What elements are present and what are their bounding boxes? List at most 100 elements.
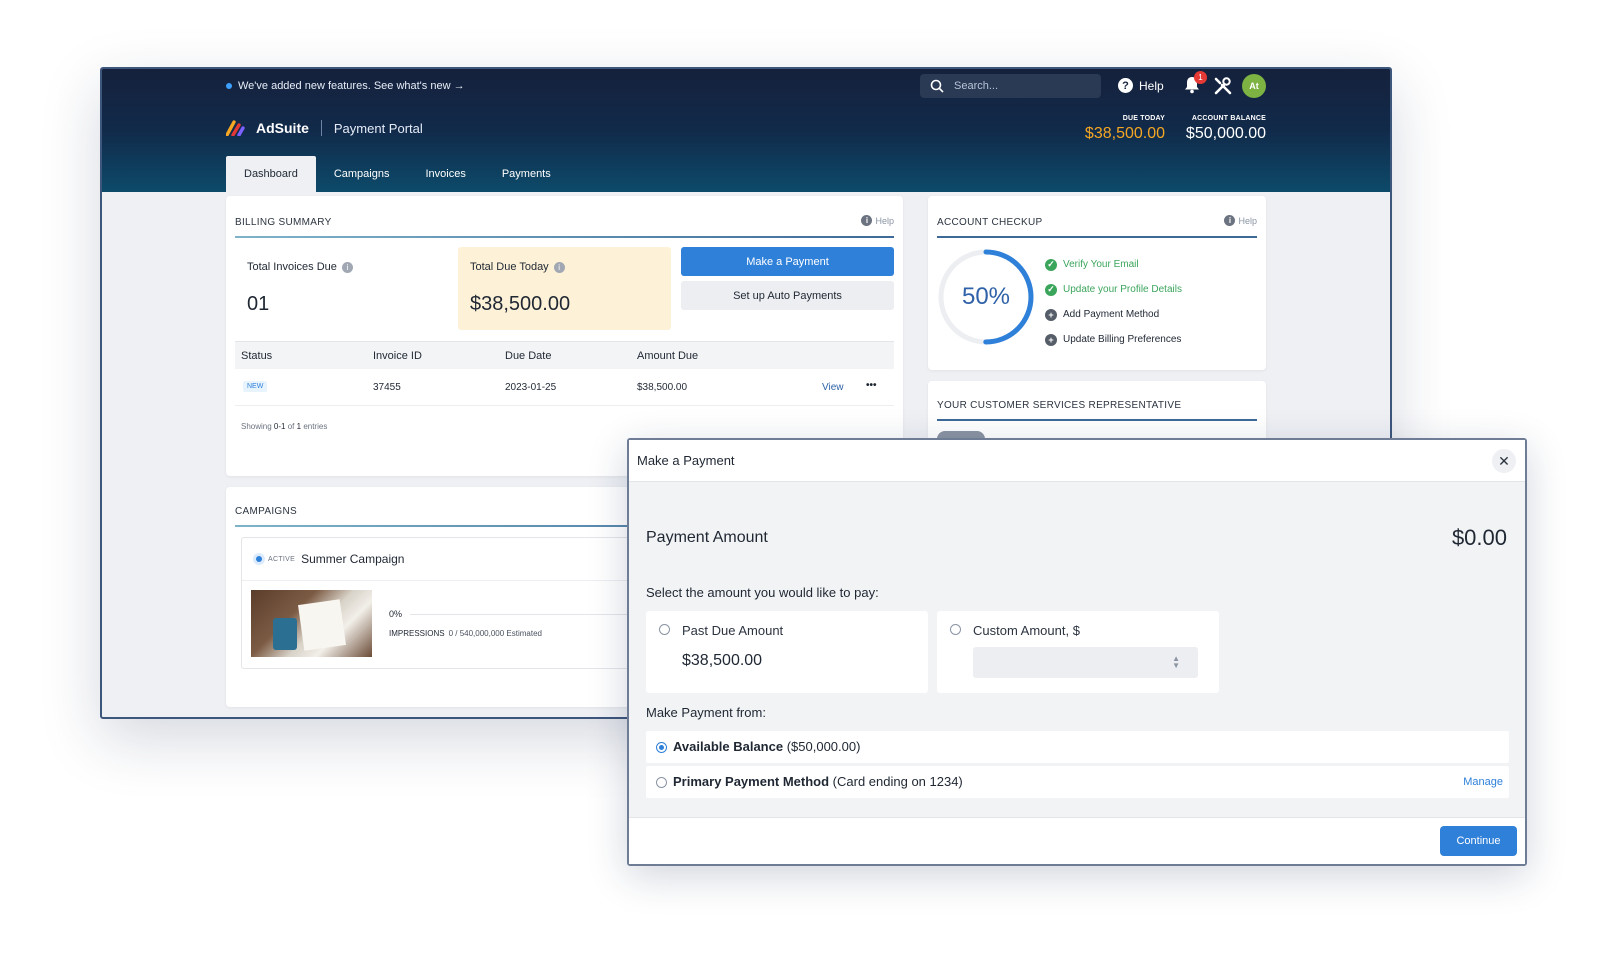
available-balance-radio[interactable] (656, 742, 667, 753)
make-payment-modal: Make a Payment ✕ Payment Amount $0.00 Se… (627, 438, 1527, 866)
total-due-value: $38,500.00 (470, 293, 571, 315)
checkup-item-payment-method[interactable]: + Add Payment Method (1045, 302, 1182, 327)
modal-footer: Continue (629, 817, 1525, 864)
option-custom-amount[interactable]: Custom Amount, $ ▲ ▼ (937, 611, 1219, 693)
select-amount-label: Select the amount you would like to pay: (646, 585, 879, 600)
account-balance-value: $50,000.00 (1185, 125, 1266, 142)
check-icon: ✓ (1045, 258, 1057, 271)
tools-icon (1214, 77, 1232, 95)
primary-method-title: Primary Payment Method (673, 774, 830, 789)
invoice-table-header: Status Invoice ID Due Date Amount Due (235, 341, 894, 369)
total-due-box: Total Due Today i $38,500.00 (458, 247, 671, 330)
tools-button[interactable] (1214, 77, 1232, 100)
brand-name: AdSuite (256, 120, 309, 136)
help-button[interactable]: ? Help (1118, 78, 1164, 93)
available-balance-text: Available Balance ($50,000.00) (673, 739, 860, 754)
campaign-progress: 0% (389, 609, 403, 619)
tab-payments[interactable]: Payments (484, 156, 569, 192)
total-due-label-text: Total Due Today (470, 261, 549, 273)
col-due-date: Due Date (505, 350, 552, 362)
available-balance-amount: ($50,000.00) (786, 739, 861, 754)
impressions-label: IMPRESSIONS (389, 629, 445, 638)
announcement-link[interactable]: We've added new features. See what's new… (226, 80, 465, 92)
search-icon (930, 79, 944, 93)
brand-divider (320, 120, 322, 136)
customer-rep-title: YOUR CUSTOMER SERVICES REPRESENTATIVE (937, 400, 1182, 411)
modal-header: Make a Payment ✕ (629, 440, 1525, 482)
primary-method-text: Primary Payment Method (Card ending on 1… (673, 774, 963, 789)
campaign-thumbnail (251, 590, 372, 657)
available-balance-title: Available Balance (673, 739, 784, 754)
stepper-icon[interactable]: ▲ ▼ (1172, 655, 1180, 670)
source-available-balance[interactable]: Available Balance ($50,000.00) (646, 731, 1509, 763)
view-link[interactable]: View (822, 382, 844, 393)
due-date: 2023-01-25 (505, 382, 557, 393)
custom-amount-input[interactable]: ▲ ▼ (973, 647, 1198, 678)
due-today-label: DUE TODAY (1122, 115, 1165, 122)
showing-suffix: entries (303, 422, 328, 431)
account-balance-label: ACCOUNT BALANCE (1191, 115, 1266, 122)
manage-link[interactable]: Manage (1463, 776, 1503, 788)
thumbnail-phone-shape (273, 618, 297, 650)
help-label: Help (1139, 78, 1164, 93)
showing-range: 0-1 (273, 422, 286, 431)
checkup-item-verify-email[interactable]: ✓ Verify Your Email (1045, 252, 1182, 277)
plus-icon: + (1045, 333, 1057, 346)
due-today-value: $38,500.00 (1084, 125, 1165, 142)
rep-divider (937, 419, 1257, 421)
help-icon: ? (1118, 78, 1133, 93)
source-primary-method[interactable]: Primary Payment Method (Card ending on 1… (646, 766, 1509, 798)
top-header: We've added new features. See what's new… (102, 69, 1390, 192)
account-checkup-card: ACCOUNT CHECKUP i Help 50% ✓ Verify Your … (928, 196, 1266, 370)
showing-entries: Showing 0-1 of 1 entries (241, 422, 327, 431)
notifications-button[interactable]: 1 (1184, 71, 1207, 96)
campaign-name[interactable]: Summer Campaign (301, 552, 404, 566)
billing-help-link[interactable]: i Help (861, 215, 894, 226)
total-invoices-value: 01 (247, 293, 270, 315)
checkup-item-profile[interactable]: ✓ Update your Profile Details (1045, 277, 1182, 302)
custom-amount-radio[interactable] (950, 624, 961, 635)
search-box[interactable] (920, 74, 1101, 98)
continue-button[interactable]: Continue (1440, 826, 1517, 856)
checkup-item-label: Update your Profile Details (1063, 284, 1182, 295)
billing-summary-title: BILLING SUMMARY (235, 217, 332, 228)
past-due-value: $38,500.00 (682, 652, 763, 669)
campaign-impressions: IMPRESSIONS 0 / 540,000,000 Estimated (389, 629, 542, 638)
active-dot-icon (256, 556, 262, 562)
checkup-item-label: Add Payment Method (1063, 309, 1160, 320)
plus-icon: + (1045, 308, 1057, 321)
main-tabs: Dashboard Campaigns Invoices Payments (226, 156, 569, 192)
option-past-due[interactable]: Past Due Amount $38,500.00 (646, 611, 928, 693)
tab-dashboard[interactable]: Dashboard (226, 156, 316, 192)
auto-payments-button[interactable]: Set up Auto Payments (681, 281, 894, 310)
campaign-progress-bar (410, 614, 640, 615)
close-icon[interactable]: ✕ (1492, 449, 1516, 473)
tab-campaigns[interactable]: Campaigns (316, 156, 408, 192)
info-icon[interactable]: i (553, 261, 565, 273)
primary-method-radio[interactable] (656, 777, 667, 788)
search-input[interactable] (954, 80, 1084, 92)
info-icon: i (861, 215, 873, 226)
checkup-help-link[interactable]: i Help (1224, 215, 1257, 226)
user-avatar[interactable]: At (1242, 74, 1266, 98)
more-options-icon[interactable]: ••• (866, 380, 877, 391)
modal-title: Make a Payment (637, 453, 735, 468)
past-due-radio[interactable] (659, 624, 670, 635)
info-icon[interactable]: i (341, 261, 353, 273)
adsuite-logo-icon (226, 120, 245, 136)
thumbnail-paper-shape (298, 599, 346, 651)
checkup-item-billing-prefs[interactable]: + Update Billing Preferences (1045, 327, 1182, 352)
total-invoices-label: Total Invoices Due i (247, 261, 353, 273)
campaign-status: ACTIVE (268, 555, 296, 563)
checkup-help-label: Help (1238, 215, 1257, 226)
brand[interactable]: AdSuite Payment Portal (226, 120, 423, 136)
tab-invoices[interactable]: Invoices (407, 156, 483, 192)
campaign-divider (242, 580, 640, 581)
account-checkup-title: ACCOUNT CHECKUP (937, 217, 1043, 228)
make-payment-button[interactable]: Make a Payment (681, 247, 894, 276)
portal-name: Payment Portal (333, 120, 423, 136)
announcement-dot-icon (226, 83, 232, 89)
impressions-value: 0 / 540,000,000 Estimated (448, 629, 542, 638)
campaign-item[interactable]: ACTIVE Summer Campaign 0% IMPRESSIONS 0 /… (241, 537, 641, 669)
account-balance: ACCOUNT BALANCE $50,000.00 (1180, 115, 1266, 143)
